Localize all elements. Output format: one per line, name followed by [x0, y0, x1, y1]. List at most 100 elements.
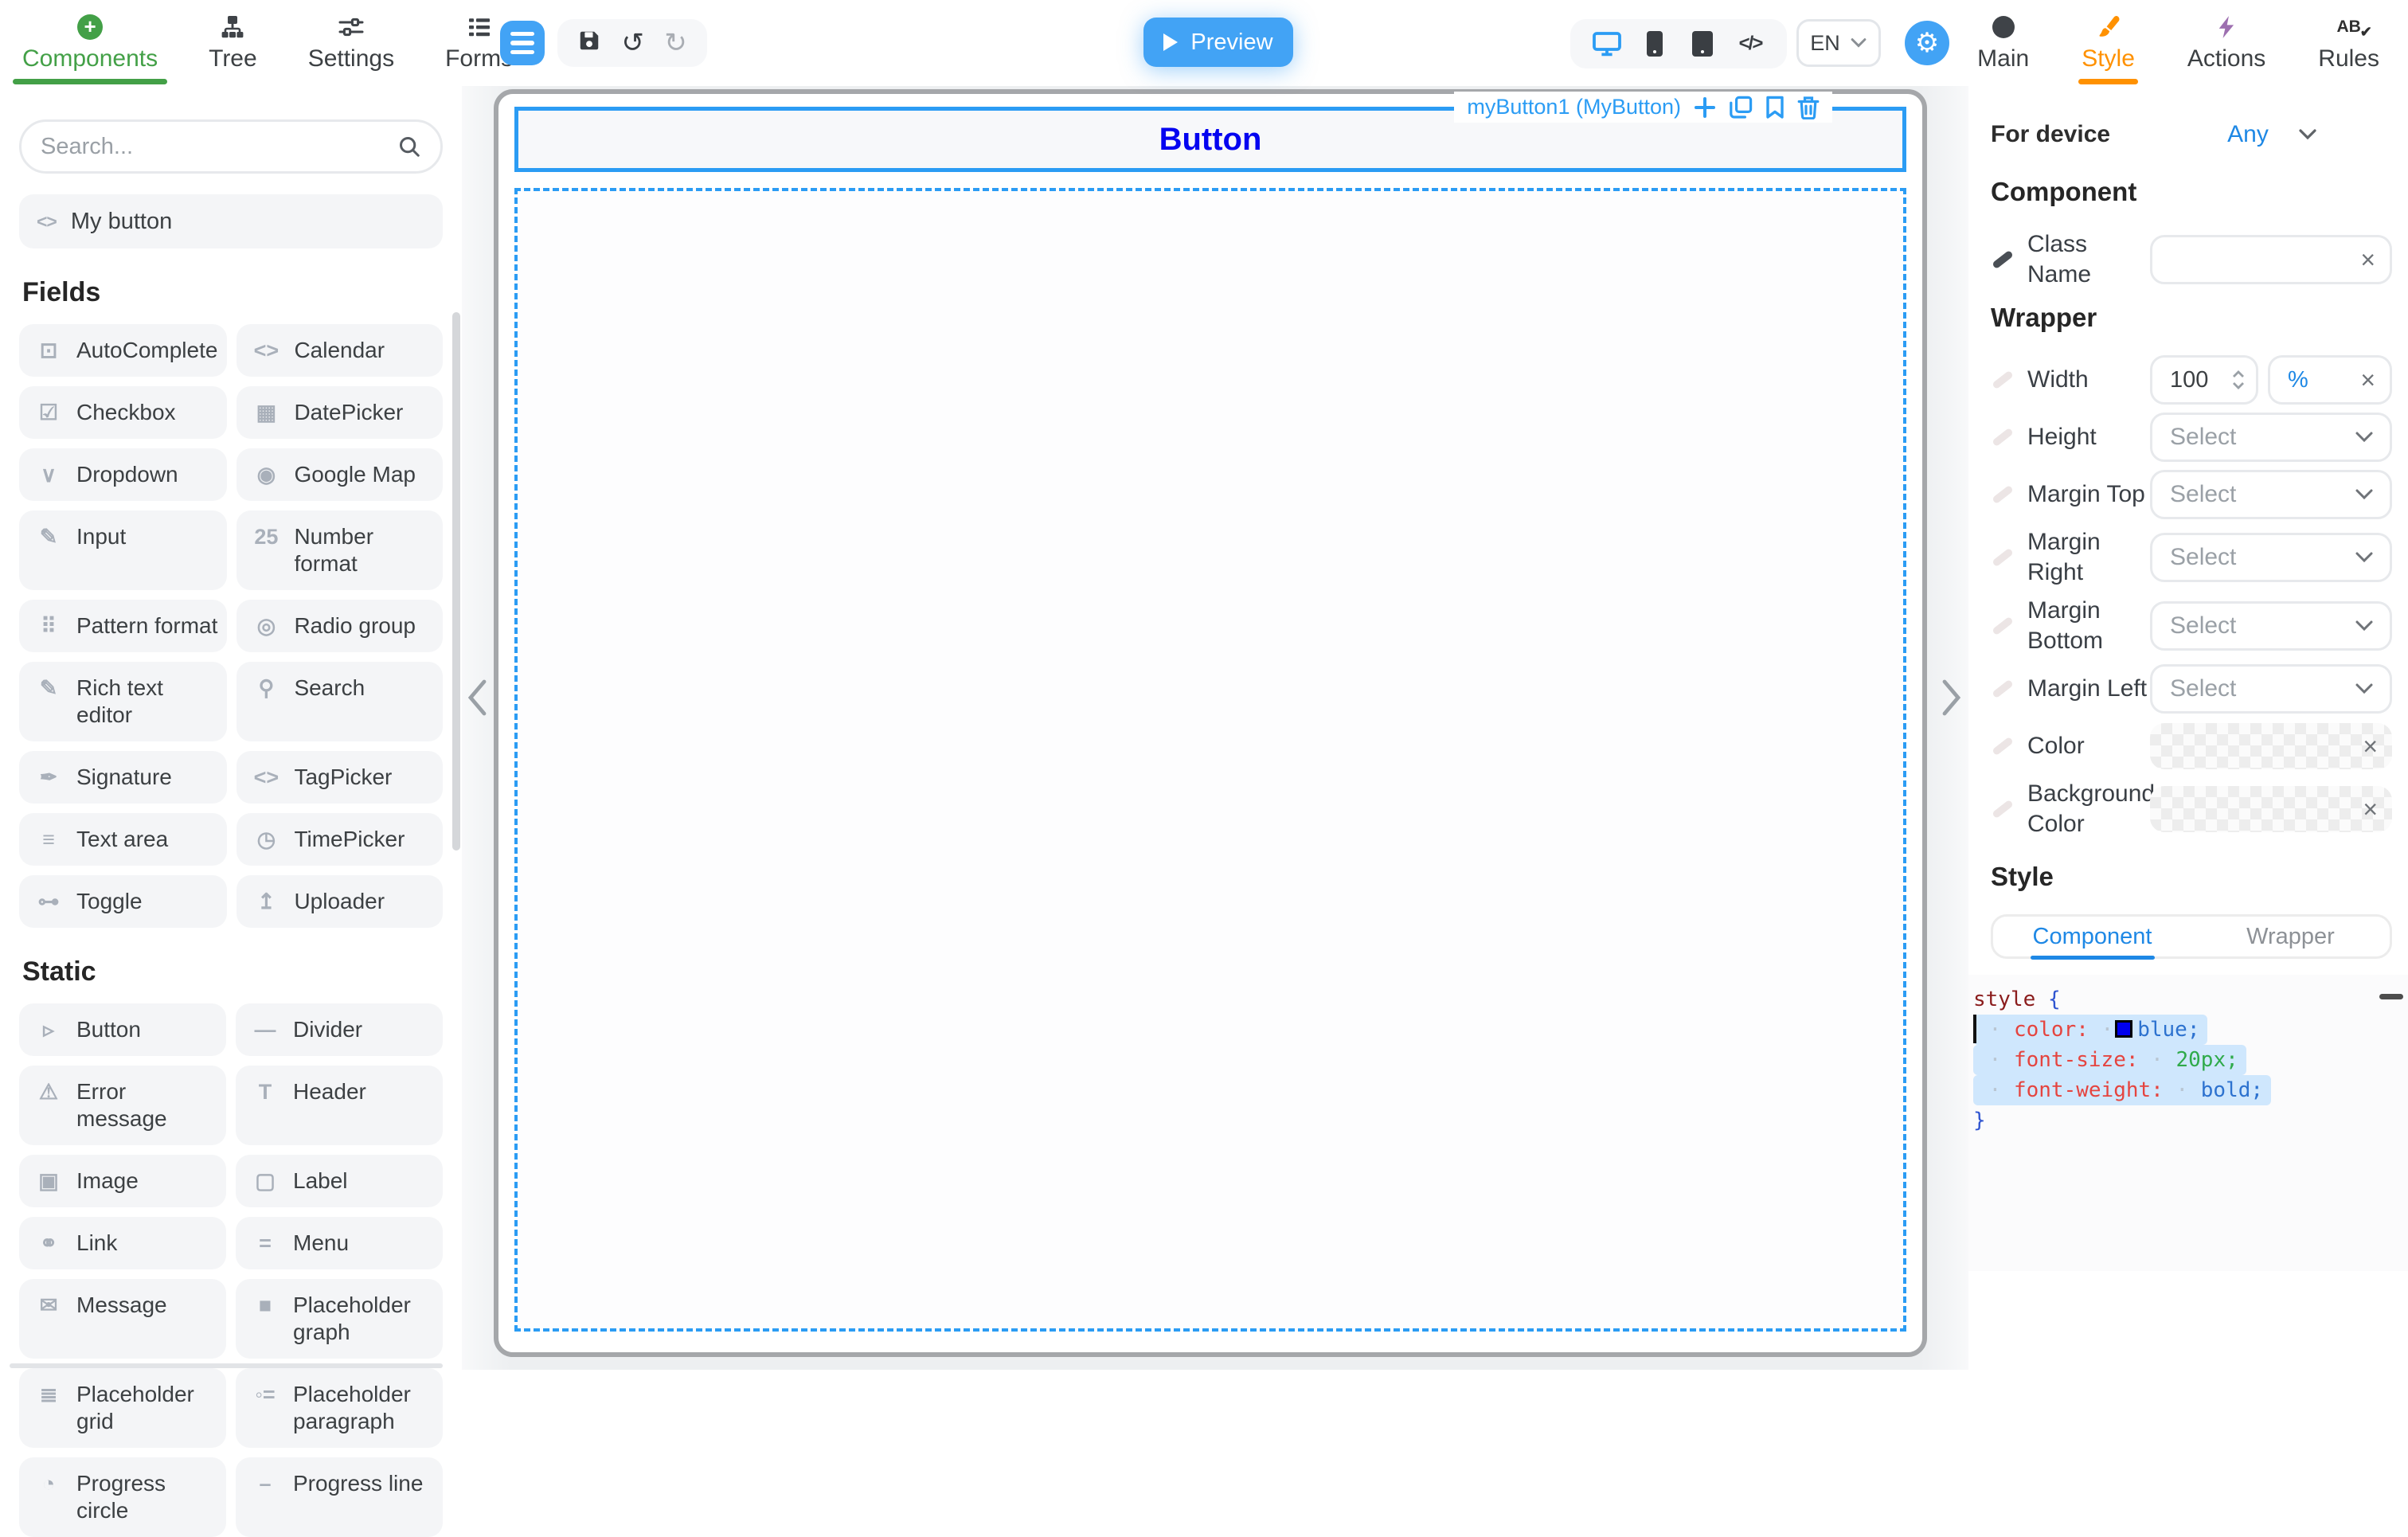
bookmark-icon[interactable]	[1765, 96, 1784, 119]
tab-components[interactable]: + Components	[16, 0, 164, 86]
palette-item-button[interactable]: ▹ Button	[19, 1003, 226, 1056]
height-select[interactable]: Select	[2150, 413, 2392, 462]
palette-item-calendar[interactable]: <> Calendar	[236, 324, 443, 377]
settings-gear-button[interactable]: ⚙	[1905, 21, 1949, 65]
palette-item-label[interactable]: ▢ Label	[236, 1155, 443, 1207]
palette-item-radio-group[interactable]: ◎ Radio group	[236, 600, 443, 652]
css-code-editor[interactable]: style { · color: ·blue; · font-size: · 2…	[1968, 975, 2408, 1271]
palette-item-progress-line[interactable]: – Progress line	[236, 1457, 443, 1537]
style-tab-component[interactable]: Component	[1993, 917, 2191, 956]
form-drop-zone[interactable]	[514, 188, 1906, 1332]
palette-item-timepicker[interactable]: ◷ TimePicker	[236, 813, 443, 866]
palette-item-checkbox[interactable]: ☑ Checkbox	[19, 386, 227, 439]
collapse-left-panel-chevron[interactable]	[467, 679, 487, 723]
clear-icon[interactable]: ×	[2363, 796, 2378, 822]
palette-item-search[interactable]: ⚲ Search	[236, 662, 443, 741]
class-name-input[interactable]: ×	[2150, 235, 2392, 284]
palette-item-my-button[interactable]: <> My button	[19, 194, 443, 248]
palette-item-label: Search	[294, 675, 365, 702]
save-icon[interactable]	[577, 29, 601, 57]
style-tab-wrapper[interactable]: Wrapper	[2191, 917, 2390, 956]
palette-item-label: Label	[293, 1167, 348, 1195]
margin-left-select[interactable]: Select	[2150, 664, 2392, 714]
chevron-down-icon	[2355, 488, 2374, 501]
palette-item-pattern-format[interactable]: ⠿ Pattern format	[19, 600, 227, 652]
palette-item-placeholder-graph[interactable]: ■ Placeholder graph	[236, 1279, 443, 1359]
palette-item-dropdown[interactable]: ∨ Dropdown	[19, 448, 227, 501]
tablet-icon[interactable]	[1679, 31, 1726, 57]
text-cursor	[1973, 1015, 1976, 1043]
color-picker-field[interactable]: ×	[2150, 723, 2392, 769]
phone-icon[interactable]	[1631, 31, 1679, 57]
palette-item-rich-text-editor[interactable]: ✎ Rich text editor	[19, 662, 227, 741]
palette-item-autocomplete[interactable]: ⊡ AutoComplete	[19, 324, 227, 377]
desktop-icon[interactable]	[1583, 30, 1631, 57]
palette-item-header[interactable]: T Header	[236, 1066, 443, 1145]
clear-icon[interactable]: ×	[2363, 733, 2378, 759]
sidebar-horizontal-scrollbar[interactable]	[10, 1363, 443, 1368]
stepper[interactable]	[2232, 370, 2245, 389]
margin-top-select[interactable]: Select	[2150, 470, 2392, 519]
undo-icon[interactable]: ↺	[622, 29, 645, 57]
palette-item-label: Image	[76, 1167, 139, 1195]
stepper-down-icon[interactable]	[2232, 381, 2245, 389]
link-icon: ⚭	[33, 1230, 64, 1257]
palette-item-divider[interactable]: — Divider	[236, 1003, 443, 1056]
color-swatch-icon[interactable]	[2115, 1020, 2132, 1038]
search-input[interactable]	[41, 134, 385, 160]
width-unit-select[interactable]: % ×	[2268, 355, 2392, 405]
editor-scroll-indicator[interactable]	[2379, 994, 2403, 999]
preview-button[interactable]: Preview	[1143, 18, 1293, 67]
clear-icon[interactable]: ×	[2360, 367, 2375, 393]
for-device-select[interactable]: Any	[2153, 121, 2392, 148]
margin-right-select[interactable]: Select	[2150, 533, 2392, 582]
selected-button-component[interactable]: Button myButton1 (MyButton)	[514, 107, 1906, 172]
background-color-picker-field[interactable]: ×	[2150, 786, 2392, 832]
palette-item-google-map[interactable]: ◉ Google Map	[236, 448, 443, 501]
palette-item-tagpicker[interactable]: <> TagPicker	[236, 751, 443, 804]
tree-icon	[220, 14, 245, 41]
code-prop: font-size:	[2014, 1048, 2139, 1072]
redo-icon[interactable]: ↻	[664, 29, 687, 57]
edit-toolbar: ↺ ↻	[557, 19, 707, 67]
menu-lines-icon: =	[250, 1230, 280, 1257]
tab-style[interactable]: Style	[2078, 0, 2138, 86]
palette-item-menu[interactable]: = Menu	[236, 1217, 443, 1269]
clear-icon[interactable]: ×	[2360, 247, 2375, 272]
canvas-button[interactable]: Button	[1159, 122, 1262, 158]
hamburger-menu-button[interactable]	[500, 21, 545, 65]
palette-item-input[interactable]: ✎ Input	[19, 510, 227, 590]
palette-item-uploader[interactable]: ↥ Uploader	[236, 875, 443, 928]
palette-item-message[interactable]: ✉ Message	[19, 1279, 226, 1359]
collapse-right-panel-chevron[interactable]	[1941, 679, 1962, 723]
add-component-icon[interactable]	[1694, 96, 1716, 119]
sidebar-scrollbar[interactable]	[452, 312, 460, 851]
margin-bottom-select[interactable]: Select	[2150, 601, 2392, 651]
palette-item-placeholder-grid[interactable]: ≣ Placeholder grid	[19, 1368, 226, 1448]
tab-settings[interactable]: Settings	[302, 0, 401, 86]
stepper-up-icon[interactable]	[2232, 370, 2245, 378]
palette-item-progress-circle[interactable]: ◔ Progress circle	[19, 1457, 226, 1537]
margin-right-row: Margin Right Select	[1991, 527, 2392, 588]
palette-item-image[interactable]: ▣ Image	[19, 1155, 226, 1207]
form-canvas[interactable]: Button myButton1 (MyButton)	[494, 89, 1927, 1357]
margin-left-label: Margin Left	[2027, 674, 2147, 704]
code-icon: <>	[37, 211, 57, 233]
palette-item-text-area[interactable]: ≡ Text area	[19, 813, 227, 866]
trash-icon[interactable]	[1797, 96, 1820, 119]
tab-tree[interactable]: Tree	[202, 0, 264, 86]
palette-item-toggle[interactable]: ⊶ Toggle	[19, 875, 227, 928]
palette-item-signature[interactable]: ✒ Signature	[19, 751, 227, 804]
language-select[interactable]: EN	[1796, 19, 1881, 67]
palette-item-datepicker[interactable]: ▦ DatePicker	[236, 386, 443, 439]
palette-item-error-message[interactable]: ⚠ Error message	[19, 1066, 226, 1145]
code-view-icon[interactable]: </>	[1726, 33, 1774, 55]
tab-actions[interactable]: Actions	[2184, 0, 2269, 86]
tab-rules[interactable]: AB✔ Rules	[2315, 0, 2383, 86]
palette-item-placeholder-paragraph[interactable]: ◦= Placeholder paragraph	[236, 1368, 443, 1448]
width-input[interactable]: 100	[2150, 355, 2258, 405]
duplicate-icon[interactable]	[1729, 96, 1753, 119]
palette-item-number-format[interactable]: 25 Number format	[236, 510, 443, 590]
palette-item-link[interactable]: ⚭ Link	[19, 1217, 226, 1269]
tab-main[interactable]: Main	[1974, 0, 2032, 86]
